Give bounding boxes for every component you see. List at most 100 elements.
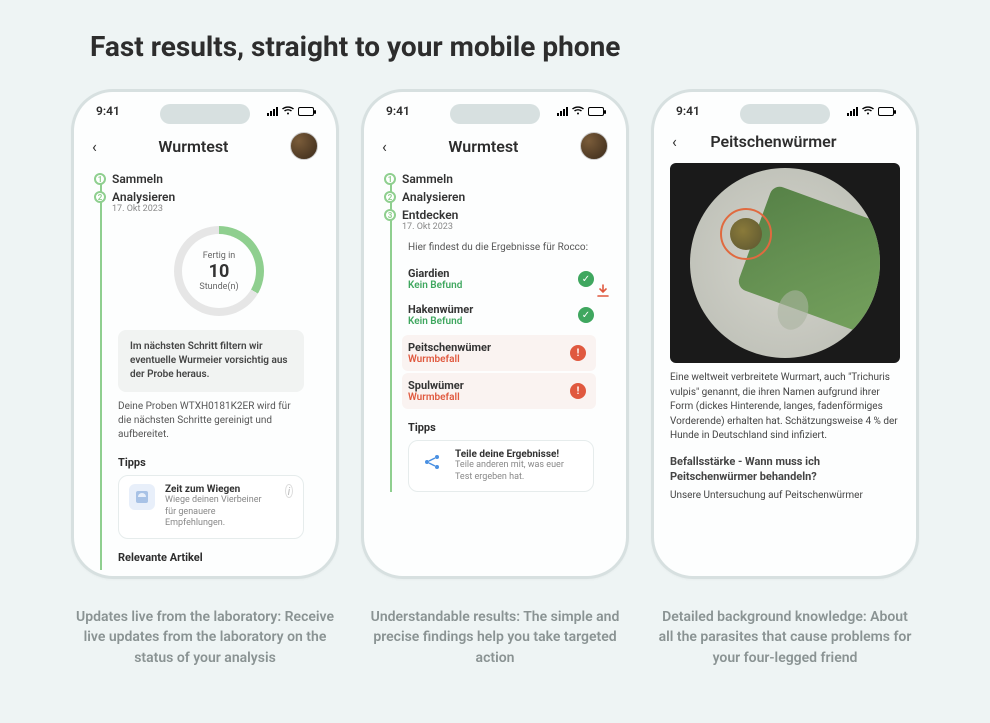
step-dot-2: 2 bbox=[384, 191, 396, 203]
check-icon: ✓ bbox=[578, 307, 594, 323]
result-name: Spulwümer bbox=[408, 379, 464, 392]
article-paragraph-2: Unsere Untersuchung auf Peitschenwürmer bbox=[670, 489, 900, 504]
share-desc: Teile anderen mit, was euer Test ergeben… bbox=[455, 460, 583, 483]
signal-icon bbox=[557, 107, 568, 116]
phone-mockup-3: 9:41 ‹ Peitschenwürmer bbox=[651, 89, 919, 579]
scale-icon bbox=[129, 484, 155, 510]
info-icon[interactable]: i bbox=[285, 484, 293, 498]
alert-icon: ! bbox=[570, 383, 586, 399]
avatar[interactable] bbox=[290, 132, 318, 160]
result-status: Kein Befund bbox=[408, 316, 473, 327]
phone-column-1: 9:41 ‹ Wurmtest 1 Sammeln bbox=[71, 89, 339, 668]
result-name: Hakenwümer bbox=[408, 303, 473, 316]
wifi-icon bbox=[862, 104, 874, 118]
ring-value: 10 bbox=[199, 261, 238, 282]
step-analysieren[interactable]: 2 Analysieren 17. Okt 2023 bbox=[96, 190, 320, 214]
progress-ring: Fertig in 10 Stunde(n) bbox=[174, 226, 264, 316]
result-status: Wurmbefall bbox=[408, 354, 491, 365]
step-label: Analysieren bbox=[402, 190, 610, 204]
status-time: 9:41 bbox=[96, 104, 120, 118]
caption-2: Understandable results: The simple and p… bbox=[361, 607, 629, 668]
highlight-circle bbox=[720, 208, 772, 260]
share-icon bbox=[419, 449, 445, 475]
back-icon[interactable]: ‹ bbox=[382, 137, 387, 156]
step-sammeln[interactable]: 1 Sammeln bbox=[96, 172, 320, 186]
signal-icon bbox=[267, 107, 278, 116]
step-date: 17. Okt 2023 bbox=[112, 204, 320, 214]
result-spulwuermer[interactable]: Spulwümer Wurmbefall ! bbox=[402, 373, 596, 409]
step-dot-1: 1 bbox=[384, 173, 396, 185]
download-icon[interactable] bbox=[596, 284, 610, 302]
tip-card-weigh[interactable]: Zeit zum Wiegen Wiege deinen Vierbeiner … bbox=[118, 475, 304, 539]
nav-title: Peitschenwürmer bbox=[710, 132, 836, 151]
timeline: 1 Sammeln 2 Analysieren 3 Entdecken 17. … bbox=[364, 162, 626, 492]
article-paragraph: Eine weltweit verbreitete Wurmart, auch … bbox=[670, 371, 900, 444]
nav-bar: ‹ Wurmtest bbox=[74, 124, 336, 162]
status-icons bbox=[267, 104, 314, 118]
nav-bar: ‹ Peitschenwürmer bbox=[654, 124, 916, 153]
result-giardien[interactable]: Giardien Kein Befund ✓ bbox=[408, 261, 608, 297]
check-icon: ✓ bbox=[578, 271, 594, 287]
step-label: Analysieren bbox=[112, 190, 320, 204]
tip-title: Zeit zum Wiegen bbox=[165, 484, 275, 495]
wifi-icon bbox=[282, 104, 294, 118]
next-step-box: Im nächsten Schritt filtern wir eventuel… bbox=[118, 330, 304, 392]
nav-title: Wurmtest bbox=[158, 137, 228, 156]
phone-mockup-2: 9:41 ‹ Wurmtest 1 Sammeln bbox=[361, 89, 629, 579]
signal-icon bbox=[847, 107, 858, 116]
caption-3: Detailed background knowledge: About all… bbox=[651, 607, 919, 668]
status-icons bbox=[557, 104, 604, 118]
share-title: Teile deine Ergebnisse! bbox=[455, 449, 583, 460]
alert-icon: ! bbox=[570, 345, 586, 361]
status-time: 9:41 bbox=[676, 104, 700, 118]
timeline: 1 Sammeln 2 Analysieren 17. Okt 2023 Fer… bbox=[74, 162, 336, 570]
result-name: Peitschenwümer bbox=[408, 341, 491, 354]
step-date: 17. Okt 2023 bbox=[402, 222, 610, 232]
step-label: Entdecken bbox=[402, 208, 610, 222]
phone-notch bbox=[450, 104, 540, 124]
phone-column-3: 9:41 ‹ Peitschenwürmer bbox=[651, 89, 919, 668]
step-dot-1: 1 bbox=[94, 173, 106, 185]
result-hakenwuermer[interactable]: Hakenwümer Kein Befund ✓ bbox=[408, 297, 608, 333]
phone-column-2: 9:41 ‹ Wurmtest 1 Sammeln bbox=[361, 89, 629, 668]
ring-unit: Stunde(n) bbox=[199, 282, 238, 292]
battery-icon bbox=[588, 107, 604, 116]
step-dot-2: 2 bbox=[94, 191, 106, 203]
avatar[interactable] bbox=[580, 132, 608, 160]
result-status: Kein Befund bbox=[408, 280, 462, 291]
sample-status: Deine Proben WTXH0181K2ER wird für die n… bbox=[118, 400, 320, 452]
phone-mockup-1: 9:41 ‹ Wurmtest 1 Sammeln bbox=[71, 89, 339, 579]
articles-title: Relevante Artikel bbox=[118, 547, 320, 570]
nav-title: Wurmtest bbox=[448, 137, 518, 156]
results-intro: Hier findest du die Ergebnisse für Rocco… bbox=[408, 236, 610, 261]
phone-notch bbox=[160, 104, 250, 124]
step-sammeln[interactable]: 1 Sammeln bbox=[386, 172, 610, 186]
battery-icon bbox=[298, 107, 314, 116]
article-subheading: Befallsstärke - Wann muss ich Peitschenw… bbox=[670, 454, 900, 486]
ring-top-label: Fertig in bbox=[199, 251, 238, 261]
result-status: Wurmbefall bbox=[408, 392, 464, 403]
progress-ring-wrap: Fertig in 10 Stunde(n) bbox=[118, 218, 320, 324]
battery-icon bbox=[878, 107, 894, 116]
nav-bar: ‹ Wurmtest bbox=[364, 124, 626, 162]
tips-title: Tipps bbox=[118, 452, 320, 475]
tip-desc: Wiege deinen Vierbeiner für genauere Emp… bbox=[165, 495, 275, 530]
share-card[interactable]: Teile deine Ergebnisse! Teile anderen mi… bbox=[408, 440, 594, 492]
step-entdecken[interactable]: 3 Entdecken 17. Okt 2023 bbox=[386, 208, 610, 232]
status-time: 9:41 bbox=[386, 104, 410, 118]
result-peitschenwuermer[interactable]: Peitschenwümer Wurmbefall ! bbox=[402, 335, 596, 371]
caption-1: Updates live from the laboratory: Receiv… bbox=[71, 607, 339, 668]
wifi-icon bbox=[572, 104, 584, 118]
phones-row: 9:41 ‹ Wurmtest 1 Sammeln bbox=[60, 89, 930, 668]
step-analysieren[interactable]: 2 Analysieren bbox=[386, 190, 610, 204]
step-label: Sammeln bbox=[402, 172, 610, 186]
status-icons bbox=[847, 104, 894, 118]
back-icon[interactable]: ‹ bbox=[672, 132, 677, 151]
back-icon[interactable]: ‹ bbox=[92, 137, 97, 156]
microscope-image bbox=[670, 163, 900, 363]
step-label: Sammeln bbox=[112, 172, 320, 186]
step-dot-3: 3 bbox=[384, 209, 396, 221]
tips-title: Tipps bbox=[408, 417, 610, 440]
result-name: Giardien bbox=[408, 267, 462, 280]
page-heading: Fast results, straight to your mobile ph… bbox=[90, 30, 930, 63]
